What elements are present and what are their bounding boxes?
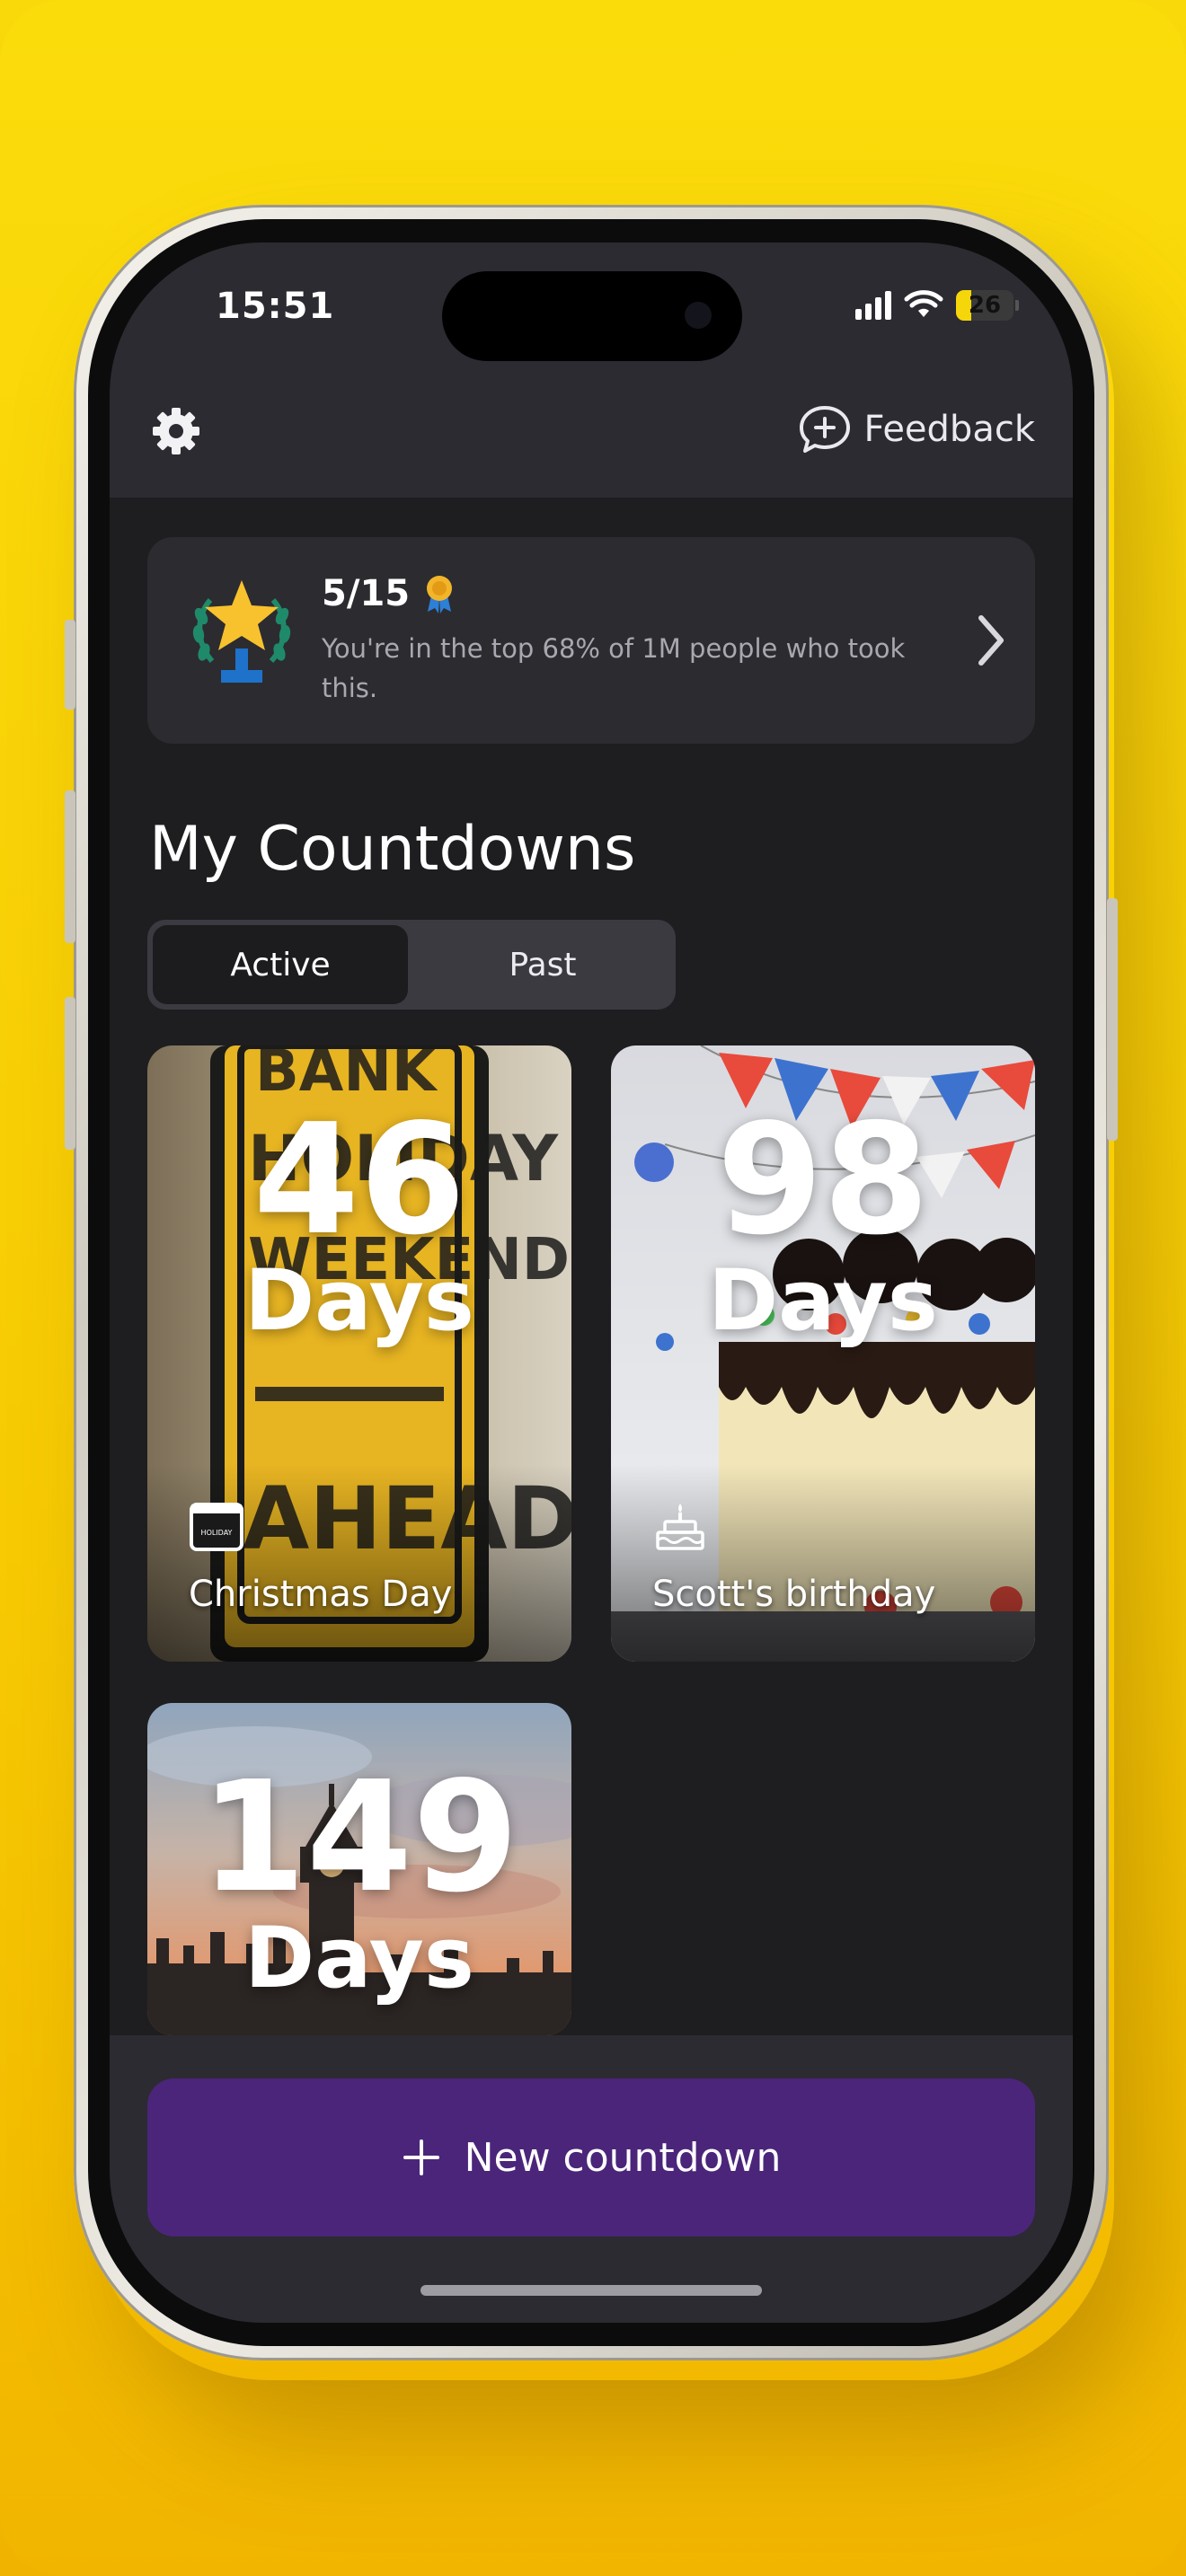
settings-gear-icon[interactable] — [149, 404, 203, 458]
bottom-bar: New countdown — [110, 2035, 1073, 2323]
section-title: My Countdowns — [149, 814, 636, 885]
countdown-days-unit: Days — [244, 1252, 474, 1350]
camera-icon — [685, 302, 712, 329]
countdown-tabs: Active Past — [147, 920, 676, 1010]
tab-past[interactable]: Past — [415, 925, 670, 1004]
countdown-card-christmas[interactable]: BANK HOLIDAY WEEKEND AHEAD 46 Days HOLID… — [147, 1045, 571, 1662]
tab-active[interactable]: Active — [153, 925, 408, 1004]
card-gradient — [611, 1464, 1035, 1662]
promo-background: 15:51 26 Feedback 5/15 You're in the top… — [0, 0, 1186, 2576]
plus-icon — [403, 2139, 439, 2175]
status-time: 15:51 — [216, 286, 335, 327]
new-countdown-button[interactable]: New countdown — [147, 2078, 1035, 2236]
battery-icon: 26 — [956, 290, 1019, 321]
card-gradient — [147, 1464, 571, 1662]
trophy-icon — [192, 580, 291, 683]
dynamic-island — [442, 271, 742, 361]
countdown-days-unit: Days — [708, 1252, 938, 1350]
chevron-right-icon — [978, 615, 1004, 666]
app-screen: 15:51 26 Feedback 5/15 You're in the top… — [110, 243, 1073, 2323]
power-button — [1107, 898, 1118, 1141]
countdown-card-birthday[interactable]: 98 Days Scott's birthday — [611, 1045, 1035, 1662]
quiz-score: 5/15 — [322, 573, 456, 614]
countdown-days-number: 98 — [716, 1091, 930, 1269]
countdown-days-number: 149 — [199, 1749, 519, 1927]
countdown-label: Christmas Day — [189, 1574, 453, 1615]
countdown-days-unit: Days — [244, 1910, 474, 2007]
action-button — [65, 620, 75, 710]
svg-text:HOLIDAY: HOLIDAY — [201, 1529, 233, 1537]
volume-down-button — [65, 997, 75, 1150]
countdown-label: Scott's birthday — [652, 1574, 936, 1615]
holiday-icon: HOLIDAY — [190, 1503, 243, 1551]
top-bar: 15:51 26 Feedback — [110, 243, 1073, 498]
feedback-button[interactable]: Feedback — [798, 401, 1036, 458]
quiz-description: You're in the top 68% of 1M people who t… — [322, 633, 906, 703]
countdown-card-london[interactable]: 149 Days — [147, 1703, 571, 2035]
quiz-score-value: 5/15 — [322, 573, 411, 614]
medal-icon — [427, 576, 453, 613]
chat-plus-icon — [799, 406, 850, 453]
birthday-cake-icon — [656, 1504, 704, 1550]
countdown-days-number: 46 — [252, 1091, 466, 1269]
wifi-icon — [904, 290, 943, 317]
home-indicator — [420, 2285, 762, 2296]
volume-up-button — [65, 790, 75, 943]
quiz-result-card[interactable]: 5/15 You're in the top 68% of 1M people … — [147, 537, 1035, 744]
feedback-label: Feedback — [863, 409, 1036, 450]
battery-level: 26 — [968, 292, 1002, 319]
cellular-signal-icon — [855, 291, 891, 320]
status-icons: 26 — [855, 287, 1019, 323]
new-countdown-label: New countdown — [464, 2134, 782, 2181]
